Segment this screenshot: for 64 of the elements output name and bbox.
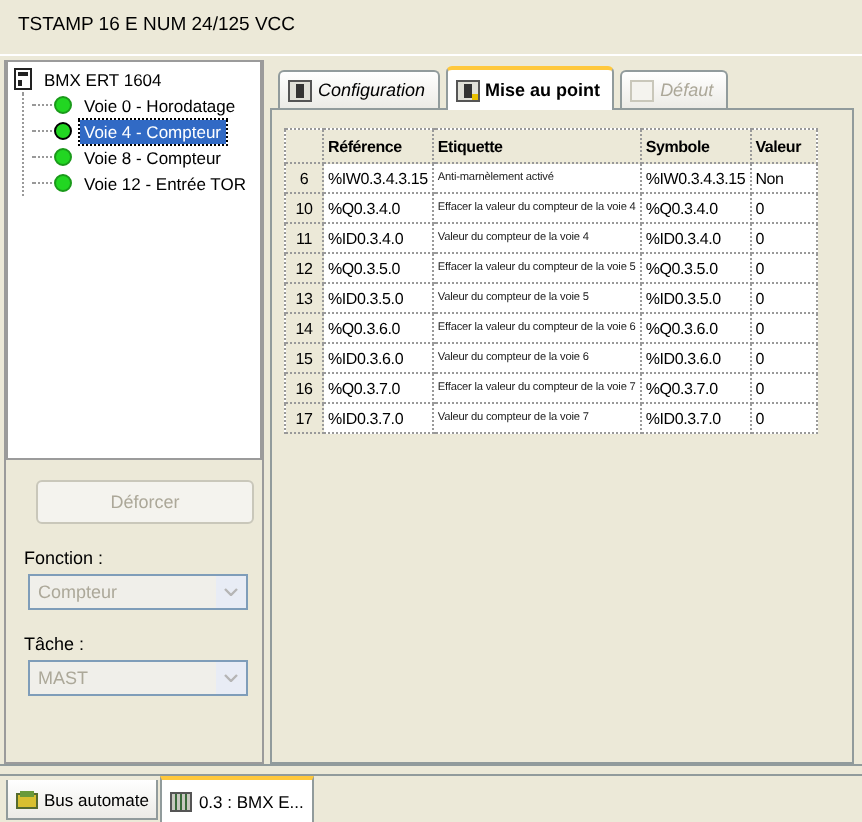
row-number: 15 [285,343,323,373]
table-cell: %ID0.3.4.0 [323,223,433,253]
table-cell: %Q0.3.6.0 [640,313,751,343]
module-rack-icon [170,791,193,811]
row-number: 17 [285,403,323,433]
table-cell: %ID0.3.6.0 [640,343,751,373]
table-cell: %ID0.3.5.0 [323,283,433,313]
window-title: TSTAMP 16 E NUM 24/125 VCC [18,14,296,36]
status-led-icon [54,96,72,114]
tree-item[interactable]: Voie 8 - Compteur [80,145,226,169]
table-cell: 0 [750,223,817,253]
status-led-icon [54,122,72,140]
tree-root-label[interactable]: BMX ERT 1604 [40,67,166,91]
table-cell: %ID0.3.5.0 [640,283,751,313]
column-header[interactable]: Etiquette [432,129,641,163]
table-cell: %IW0.3.4.3.15 [640,163,751,193]
table-cell: 0 [750,283,817,313]
tree-item[interactable]: Voie 0 - Horodatage [80,93,240,117]
table-cell: %ID0.3.4.0 [640,223,751,253]
table-cell: 0 [750,313,817,343]
table-cell: %Q0.3.4.0 [323,193,433,223]
column-header[interactable]: Référence [323,129,433,163]
module-icon [455,79,480,101]
tree-item[interactable]: Voie 12 - Entrée TOR [80,171,250,195]
chevron-down-icon [224,588,238,596]
document-tab[interactable]: Bus automate [6,780,159,820]
table-cell: %Q0.3.6.0 [323,313,433,343]
document-tab[interactable]: 0.3 : BMX E... [160,776,314,822]
tab[interactable]: Mise au point [445,66,615,110]
chevron-down-icon [224,674,238,682]
module-icon [14,68,32,90]
table-cell: %ID0.3.7.0 [640,403,751,433]
field-label: Fonction : [24,548,106,568]
row-number: 11 [285,223,323,253]
table-cell: %Q0.3.5.0 [323,253,433,283]
table-cell: %Q0.3.7.0 [323,373,433,403]
table-cell: %Q0.3.4.0 [640,193,751,223]
row-number: 6 [285,163,323,193]
bus-icon [16,789,38,809]
status-led-icon [54,148,72,166]
table-cell: 0 [750,403,817,433]
table-cell: 0 [750,193,817,223]
row-number: 13 [285,283,323,313]
row-number: 16 [285,373,323,403]
table-cell: 0 [750,253,817,283]
table-cell: %ID0.3.6.0 [323,343,433,373]
tab[interactable]: Configuration [278,70,440,108]
module-icon [288,79,312,101]
column-header[interactable]: Valeur [750,129,817,163]
column-header[interactable]: Symbole [640,129,751,163]
row-number: 12 [285,253,323,283]
table-cell: 0 [750,373,817,403]
field-label: Tâche : [24,634,87,654]
table-cell: %Q0.3.7.0 [640,373,751,403]
tree-item[interactable]: Voie 4 - Compteur [80,119,226,143]
table-cell: 0 [750,343,817,373]
table-cell: %ID0.3.7.0 [323,403,433,433]
status-led-icon [54,174,72,192]
table-cell: Non [750,163,817,193]
blank-icon [630,79,655,101]
row-number: 14 [285,313,323,343]
table-cell: %Q0.3.5.0 [640,253,751,283]
table-cell: %IW0.3.4.3.15 [323,163,433,193]
row-number: 10 [285,193,323,223]
